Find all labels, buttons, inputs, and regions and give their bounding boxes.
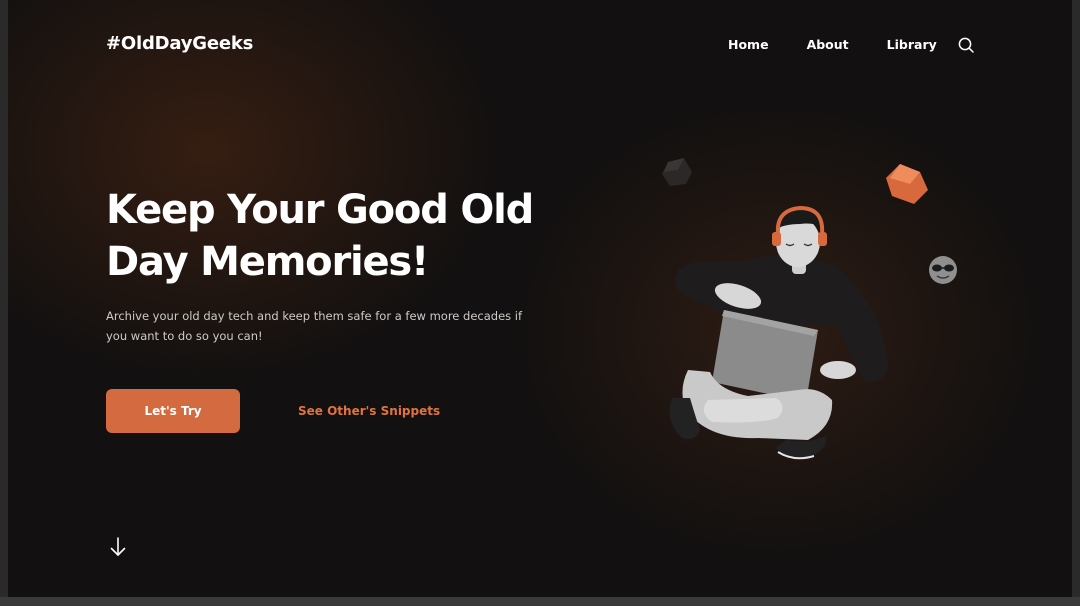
character-figure xyxy=(669,205,888,460)
main-nav: Home About Library xyxy=(728,37,975,52)
character-illustration xyxy=(662,158,957,460)
nav-item-about[interactable]: About xyxy=(807,37,849,52)
hero-title: Keep Your Good Old Day Memories! xyxy=(106,187,534,285)
nav-item-library[interactable]: Library xyxy=(887,37,937,52)
landing-page: #OldDayGeeks Home About Library Keep You… xyxy=(8,0,1072,597)
brand-logo[interactable]: #OldDayGeeks xyxy=(106,33,253,54)
arrow-down-icon[interactable] xyxy=(108,535,128,559)
nav-item-home[interactable]: Home xyxy=(728,37,769,52)
bottom-strip xyxy=(0,597,1080,606)
search-icon[interactable] xyxy=(957,36,975,54)
dark-cube-icon xyxy=(662,158,692,186)
see-snippets-link[interactable]: See Other's Snippets xyxy=(298,404,440,418)
orange-cube-icon xyxy=(886,164,928,204)
lets-try-button[interactable]: Let's Try xyxy=(106,389,240,433)
sunglasses-emoji-icon xyxy=(929,256,957,284)
hero-description: Archive your old day tech and keep them … xyxy=(106,309,523,343)
